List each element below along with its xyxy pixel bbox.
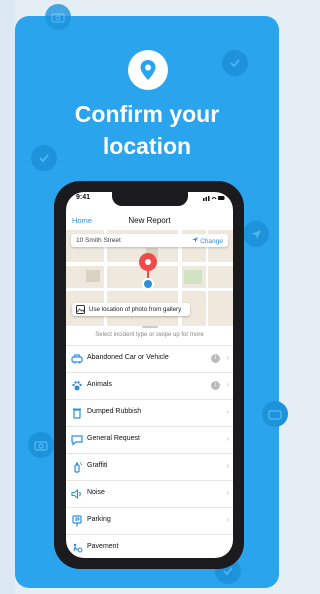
camera-icon xyxy=(28,432,54,458)
list-item[interactable]: Parking › xyxy=(66,507,233,534)
chevron-right-icon: › xyxy=(226,488,229,497)
check-icon xyxy=(222,50,248,76)
list-item[interactable]: Graffiti › xyxy=(66,453,233,480)
change-label: Change xyxy=(200,238,223,245)
nav-title: New Report xyxy=(128,216,171,225)
list-item-label: Dumped Rubbish xyxy=(87,408,142,415)
list-item[interactable]: General Request › xyxy=(66,426,233,453)
map-view[interactable]: 10 Smith Street Change Use location of p… xyxy=(66,230,233,326)
location-pin-badge xyxy=(128,50,168,90)
list-item[interactable]: Abandoned Car or Vehicle i › xyxy=(66,345,233,372)
list-item[interactable]: Pavement xyxy=(66,534,233,558)
info-icon[interactable]: i xyxy=(211,354,220,363)
list-item-label: Abandoned Car or Vehicle xyxy=(87,354,169,361)
car-icon xyxy=(71,354,83,364)
chevron-right-icon: › xyxy=(226,515,229,524)
spray-icon xyxy=(74,462,83,473)
address-text: 10 Smith Street xyxy=(76,237,121,244)
list-item-label: Noise xyxy=(87,489,105,496)
incident-prompt: Select incident type or swipe up for mor… xyxy=(95,332,204,338)
phone-notch xyxy=(112,192,188,206)
chevron-right-icon: › xyxy=(226,380,229,389)
chevron-right-icon: › xyxy=(226,407,229,416)
list-item[interactable]: Noise › xyxy=(66,480,233,507)
list-item-label: Pavement xyxy=(87,543,119,550)
drag-handle[interactable] xyxy=(142,326,158,328)
list-item[interactable]: Dumped Rubbish › xyxy=(66,399,233,426)
list-item-label: Parking xyxy=(87,516,111,523)
list-item[interactable]: Animals i › xyxy=(66,372,233,399)
chat-icon xyxy=(71,435,83,446)
location-pin-icon xyxy=(140,60,156,80)
list-item-label: Animals xyxy=(87,381,112,388)
incident-list: Abandoned Car or Vehicle i › Animals i ›… xyxy=(66,345,233,558)
headline-line-1: Confirm your xyxy=(74,101,220,127)
navigation-arrow-icon xyxy=(192,237,199,243)
page-edge xyxy=(0,0,15,594)
address-bar[interactable]: 10 Smith Street Change xyxy=(71,234,228,247)
list-item-label: Graffiti xyxy=(87,462,108,469)
gallery-label: Use location of photo from gallery xyxy=(89,306,182,313)
speaker-icon xyxy=(71,488,81,500)
status-icons xyxy=(203,195,225,203)
parking-icon xyxy=(72,515,82,527)
use-gallery-location-button[interactable]: Use location of photo from gallery xyxy=(72,303,190,316)
camera-icon xyxy=(262,401,288,427)
send-icon xyxy=(243,221,269,247)
chevron-right-icon: › xyxy=(226,353,229,362)
headline-line-2: location xyxy=(102,133,192,159)
camera-icon xyxy=(45,4,71,30)
change-location-button[interactable]: Change xyxy=(192,237,223,245)
list-item-label: General Request xyxy=(87,435,140,442)
info-icon[interactable]: i xyxy=(211,381,220,390)
current-location-dot xyxy=(142,278,154,290)
gallery-icon xyxy=(76,305,85,314)
chevron-right-icon: › xyxy=(226,461,229,470)
phone-screen: 9:41 Home New Report 10 Smith Street Cha… xyxy=(66,192,233,558)
status-time: 9:41 xyxy=(76,194,91,201)
pavement-icon xyxy=(73,543,83,553)
paw-icon xyxy=(72,381,82,391)
chevron-right-icon: › xyxy=(226,434,229,443)
bin-icon xyxy=(73,408,81,419)
